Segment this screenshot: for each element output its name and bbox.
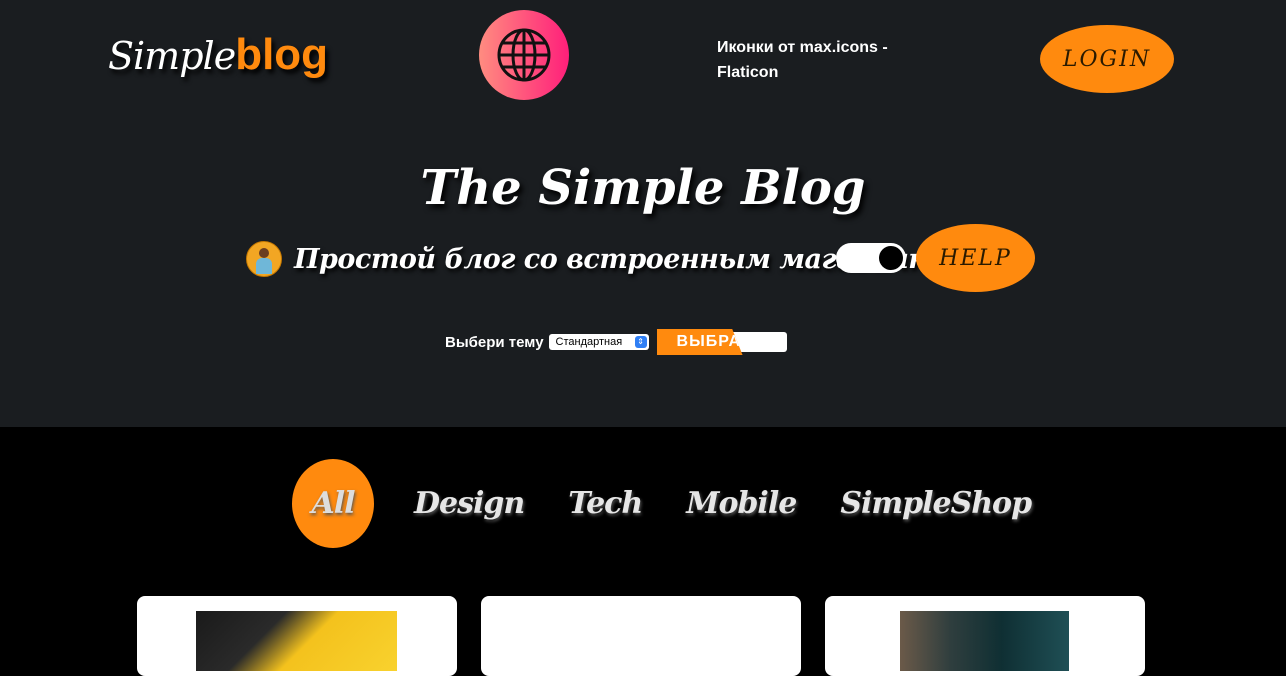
post-card[interactable] [481,596,801,676]
choose-theme-button[interactable]: ВЫБРАТЬ [656,329,743,355]
nav-item-mobile[interactable]: Mobile [686,486,797,521]
theme-select-value: Стандартная [555,336,623,348]
site-logo[interactable]: Simpleblog [108,30,328,80]
post-thumbnail[interactable] [900,611,1069,671]
theme-toggle-switch[interactable] [836,243,906,273]
avatar-icon [246,241,282,277]
nav-item-simpleshop[interactable]: SimpleShop [840,486,1032,521]
globe-icon[interactable] [479,10,569,100]
logo-part-simple: Simple [108,34,236,78]
login-button[interactable]: LOGIN [1040,25,1174,93]
post-card[interactable] [137,596,457,676]
theme-picker: Выбери тему Стандартная ⇕ ВЫБРАТЬ [445,329,787,355]
nav-item-tech[interactable]: Tech [568,486,643,521]
theme-select[interactable]: Стандартная ⇕ [548,334,649,350]
nav-item-design[interactable]: Design [414,486,525,521]
logo-part-blog: blog [235,30,329,79]
category-nav: All Design Tech Mobile SimpleShop [292,459,1075,548]
select-arrow-icon: ⇕ [634,336,647,348]
theme-label: Выбери тему [445,333,544,351]
nav-item-all[interactable]: All [292,459,374,548]
page-title: The Simple Blog [420,160,866,216]
icon-credit-text[interactable]: Иконки от max.icons - Flaticon [717,35,917,85]
toggle-knob [879,246,903,270]
choose-button-wrap[interactable]: ВЫБРАТЬ [656,329,787,355]
post-thumbnail[interactable] [196,611,397,671]
help-button[interactable]: HELP [916,224,1035,292]
header: Simpleblog Иконки от max.icons - Flatico… [0,0,1286,427]
post-card[interactable] [825,596,1145,676]
